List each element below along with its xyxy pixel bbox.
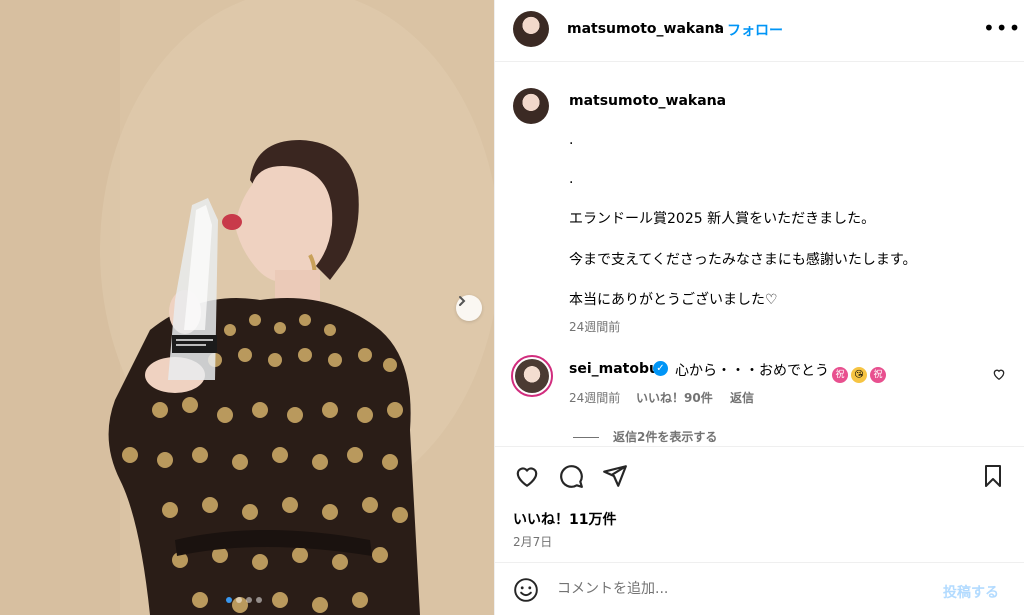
commenter-username[interactable]: sei_matobu: [569, 361, 659, 377]
more-options-icon[interactable]: •••: [983, 16, 1021, 40]
comment-like-heart-icon[interactable]: [992, 367, 1006, 381]
carousel-dot: [246, 597, 252, 603]
view-replies-button[interactable]: 返信2件を表示する: [573, 428, 717, 445]
emoji-picker-icon[interactable]: [513, 577, 539, 603]
photo-illustration: [0, 0, 494, 615]
celebration-emoji-icon: 祝: [832, 367, 848, 383]
author-username[interactable]: matsumoto_wakana: [567, 21, 724, 37]
comment-text: 心から・・・おめでとう祝 😘 祝: [675, 360, 886, 383]
view-replies-label: 返信2件を表示する: [613, 430, 718, 444]
comment-time[interactable]: 24週間前: [569, 389, 620, 406]
comment-body: 心から・・・おめでとう: [675, 363, 829, 379]
carousel-dot: [236, 597, 242, 603]
caption-line: .: [569, 171, 574, 187]
caption-username-suffix: .: [713, 93, 718, 109]
caption-line: エランドール賞2025 新人賞をいただきました。: [569, 211, 876, 227]
next-slide-button[interactable]: [456, 295, 482, 321]
carousel-dot: [226, 597, 232, 603]
follow-button[interactable]: フォロー: [727, 20, 783, 40]
carousel-dot: [256, 597, 262, 603]
kiss-emoji-icon: 😘: [851, 367, 867, 383]
comment-bubble-icon[interactable]: [557, 463, 585, 489]
reply-button[interactable]: 返信: [730, 389, 754, 406]
post-side-panel: matsumoto_wakana • フォロー ••• matsumoto_wa…: [494, 0, 1024, 615]
chevron-right-icon: [459, 296, 466, 306]
add-comment-bar: 投稿する: [495, 562, 1024, 615]
caption-line: 今まで支えてくださったみなさまにも感謝いたします。: [569, 252, 917, 268]
author-avatar[interactable]: [513, 11, 549, 47]
caption-avatar[interactable]: [513, 88, 549, 124]
post-date[interactable]: 2月7日: [513, 533, 552, 550]
commenter-avatar[interactable]: [511, 355, 553, 397]
caption-line: .: [569, 132, 574, 148]
separator-dot: •: [713, 19, 722, 35]
likes-count[interactable]: いいね！11万件: [513, 509, 616, 529]
caption-line: 本当にありがとうございました♡: [569, 292, 778, 308]
caption-username[interactable]: matsumoto_wakana: [569, 93, 726, 109]
save-bookmark-icon[interactable]: [981, 463, 1005, 489]
share-send-icon[interactable]: [601, 463, 629, 489]
comment-likes[interactable]: いいね！90件: [636, 389, 713, 406]
celebration-emoji-icon: 祝: [870, 367, 886, 383]
post-header: matsumoto_wakana • フォロー •••: [495, 0, 1024, 62]
caption-time[interactable]: 24週間前: [569, 318, 620, 335]
post-comment-button[interactable]: 投稿する: [943, 582, 999, 602]
replies-divider: [573, 437, 599, 438]
carousel-indicator: [226, 597, 262, 603]
comment-input[interactable]: [557, 577, 927, 601]
post-actions: いいね！11万件 2月7日: [495, 446, 1024, 560]
post-photo[interactable]: [0, 0, 494, 615]
verified-badge-icon: ✓: [653, 361, 668, 376]
like-heart-icon[interactable]: [513, 463, 541, 489]
